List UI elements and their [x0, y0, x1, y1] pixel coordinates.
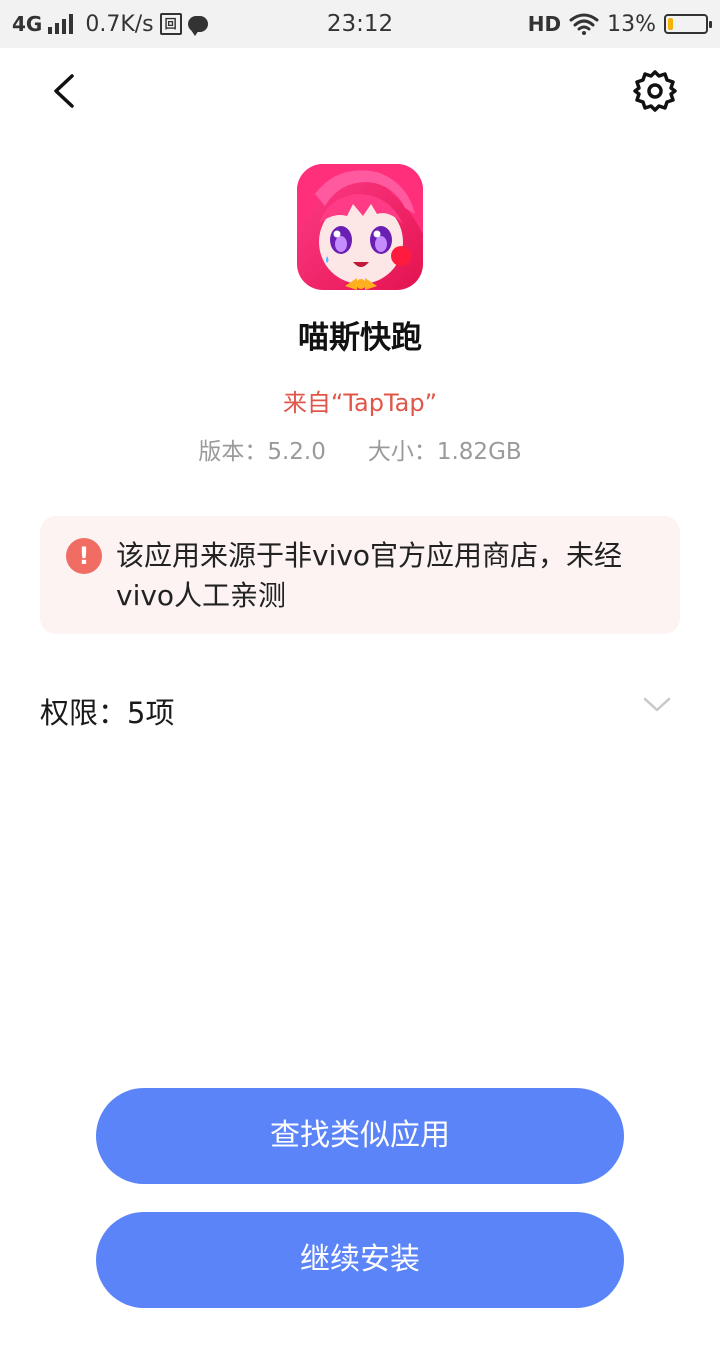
chevron-down-icon — [643, 697, 671, 712]
app-name: 喵斯快跑 — [298, 320, 422, 356]
wifi-icon — [569, 13, 599, 35]
battery-icon — [664, 14, 712, 34]
status-right: HD 13% — [527, 10, 712, 38]
battery-fill — [668, 18, 673, 30]
gear-icon — [633, 70, 677, 112]
status-bar: 4G 0.7K/s 回 23:12 HD 13% — [0, 0, 720, 48]
battery-percent: 13% — [607, 11, 656, 37]
warning-text: 该应用来源于非vivo官方应用商店，未经vivo人工亲测 — [116, 539, 623, 612]
back-button[interactable] — [40, 66, 90, 116]
app-source: 来自“TapTap” — [282, 389, 438, 417]
chevron-left-icon — [54, 74, 74, 108]
permissions-row[interactable]: 权限：5项 — [40, 686, 680, 734]
settings-button[interactable] — [630, 66, 680, 116]
warning-box: ! 该应用来源于非vivo官方应用商店，未经vivo人工亲测 — [40, 516, 680, 634]
hd-label: HD — [527, 12, 562, 36]
continue-install-button[interactable]: 继续安装 — [96, 1212, 624, 1308]
app-icon — [297, 164, 423, 290]
app-meta: 版本：5.2.0 大小：1.82GB — [0, 432, 720, 466]
warning-icon: ! — [66, 538, 102, 574]
app-version: 版本：5.2.0 — [198, 439, 326, 465]
permissions-label: 权限：5项 — [40, 696, 175, 730]
app-size: 大小：1.82GB — [367, 439, 522, 465]
find-similar-button[interactable]: 查找类似应用 — [96, 1088, 624, 1184]
